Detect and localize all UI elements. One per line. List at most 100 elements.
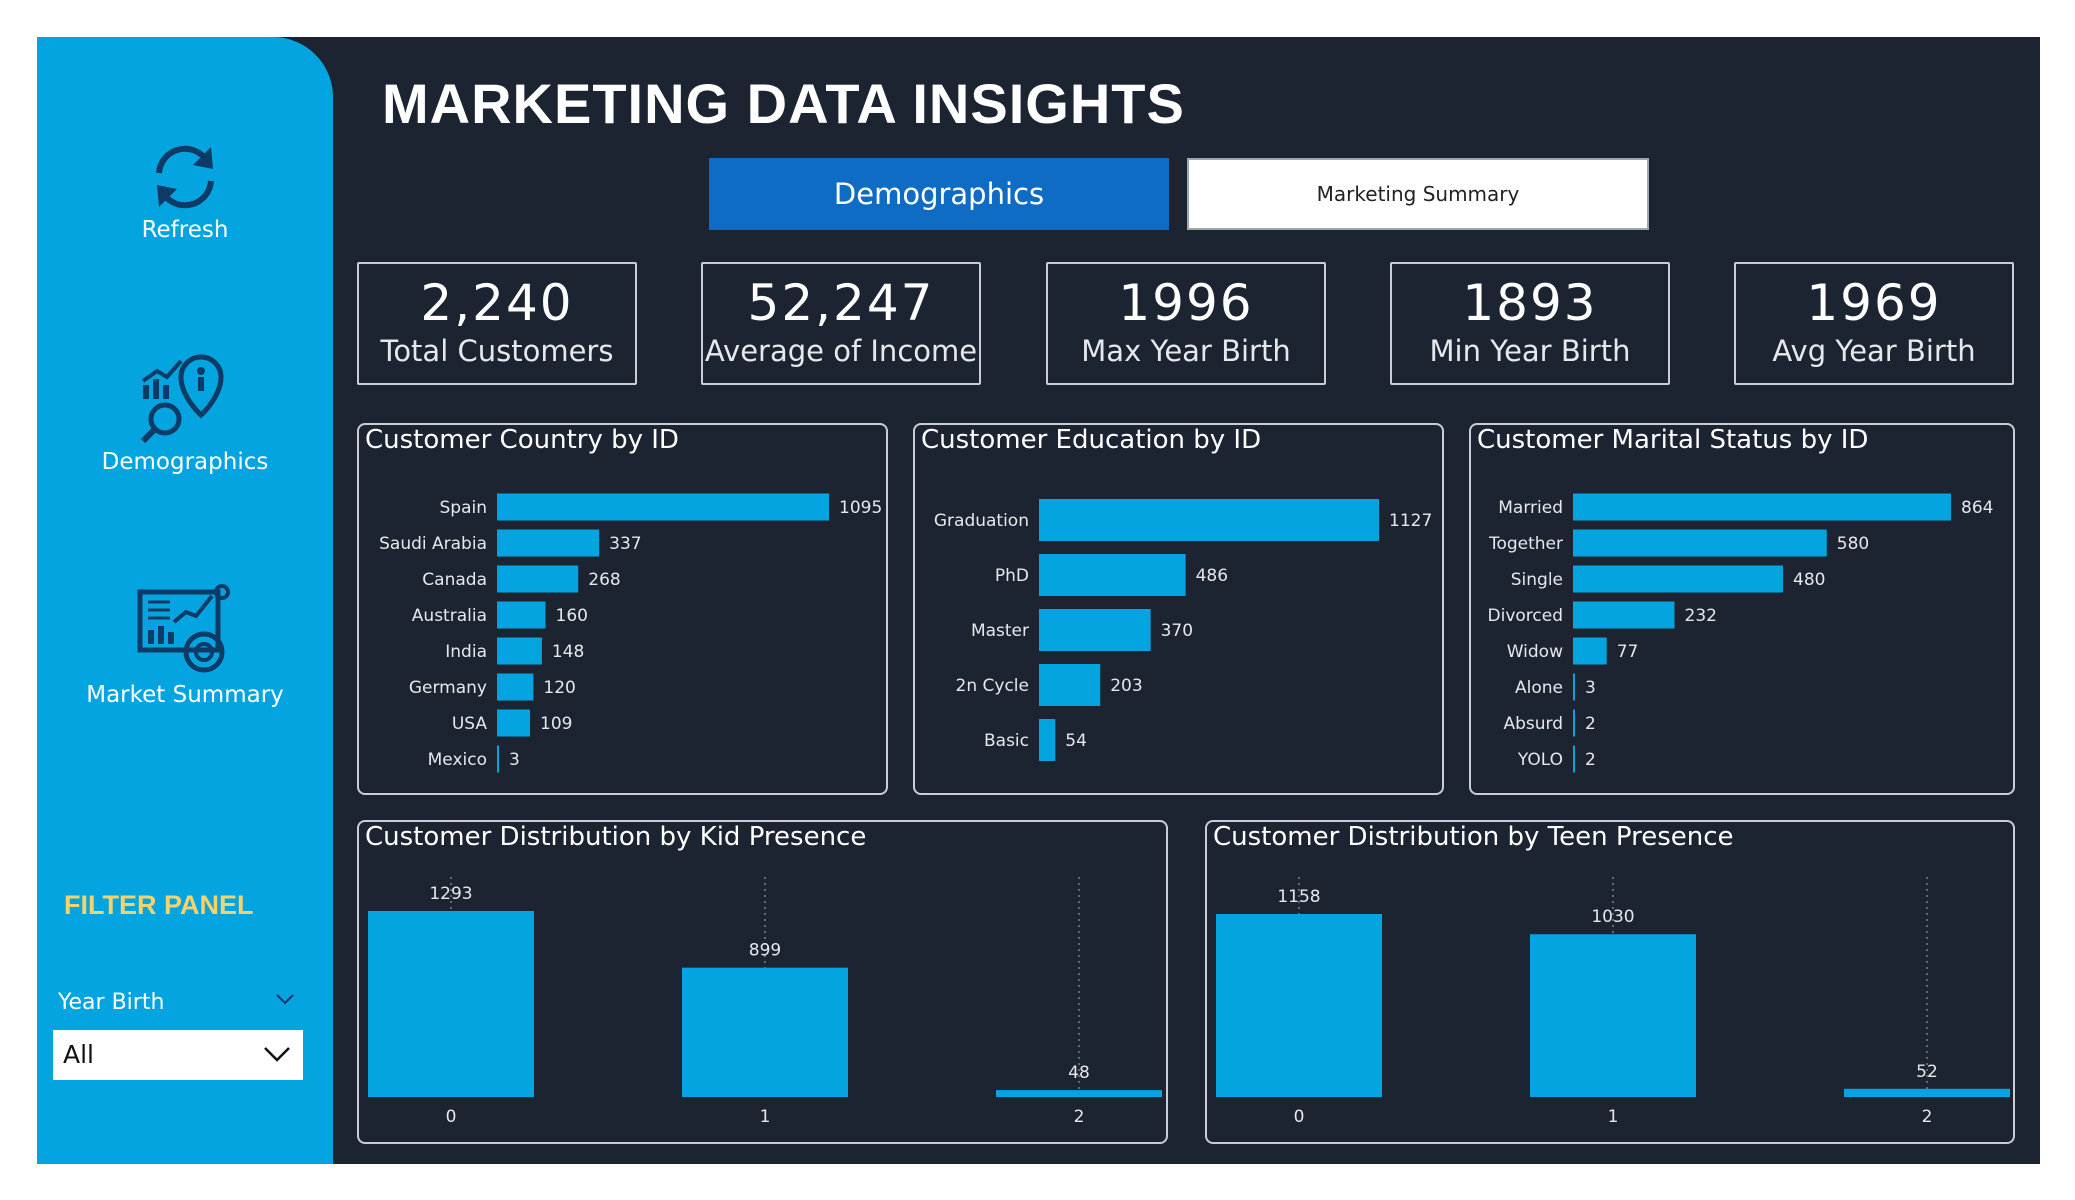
bar [368, 911, 534, 1097]
demographics-label: Demographics [101, 449, 269, 475]
data-label: 337 [609, 534, 641, 554]
category-label: 2n Cycle [956, 676, 1029, 696]
category-label: Master [971, 621, 1029, 641]
market-summary-icon [137, 584, 230, 673]
data-label: 1293 [429, 884, 472, 904]
dashboard-canvas: Refresh Demographics Market Summary FILT… [37, 37, 2040, 1164]
kpi-value: 1969 [1806, 274, 1942, 332]
year-birth-value: All [63, 1040, 94, 1069]
kpi-total-customers: 2,240 Total Customers [357, 262, 637, 385]
bar [497, 637, 542, 665]
tab-marketing-summary[interactable]: Marketing Summary [1187, 158, 1649, 230]
data-label: 480 [1793, 570, 1825, 590]
data-label: 160 [556, 606, 588, 626]
data-label: 899 [749, 941, 781, 961]
data-label: 486 [1196, 566, 1228, 586]
category-label: Basic [984, 731, 1029, 751]
category-label: Single [1511, 570, 1563, 590]
data-label: 580 [1837, 534, 1869, 554]
tab-demographics[interactable]: Demographics [709, 158, 1169, 230]
category-label: Canada [422, 570, 487, 590]
demographics-icon [140, 354, 224, 444]
category-label: Spain [440, 498, 488, 518]
kpi-max-year-birth: 1996 Max Year Birth [1046, 262, 1326, 385]
data-label: 864 [1961, 498, 1993, 518]
category-label: Mexico [428, 750, 487, 770]
year-birth-select[interactable]: All [53, 1030, 303, 1080]
category-label: 1 [1608, 1107, 1619, 1127]
category-label: Saudi Arabia [379, 534, 487, 554]
data-label: 3 [509, 750, 520, 770]
education-bar-chart: Graduation 1127 PhD 486 Master 370 2n Cycle 203… [934, 499, 1432, 761]
chevron-down-icon[interactable] [275, 992, 295, 1006]
kpi-label: Max Year Birth [1081, 334, 1291, 368]
kpi-value: 1996 [1118, 274, 1254, 332]
category-label: Widow [1507, 642, 1563, 662]
category-label: 1 [760, 1107, 771, 1127]
country-bar-chart: Spain 1095 Saudi Arabia 337 Canada 268 Austral… [379, 493, 882, 773]
bar [497, 673, 534, 701]
kpi-avg-year-birth: 1969 Avg Year Birth [1734, 262, 2014, 385]
bar [497, 745, 499, 773]
category-label: Germany [409, 678, 487, 698]
bar [1573, 565, 1783, 593]
bar [1573, 529, 1827, 557]
bar [1844, 1088, 2010, 1097]
refresh-icon [156, 145, 214, 209]
bar [1573, 673, 1575, 701]
kpi-label: Average of Income [704, 334, 978, 368]
bar [1573, 709, 1575, 737]
kpi-label: Total Customers [380, 334, 614, 368]
data-label: 1030 [1591, 907, 1634, 927]
sidebar: Refresh Demographics Market Summary FILT… [37, 37, 333, 1164]
data-label: 2 [1585, 750, 1596, 770]
category-label: 2 [1074, 1107, 1085, 1127]
kpi-value: 1893 [1462, 274, 1598, 332]
category-label: YOLO [1517, 750, 1563, 770]
category-label: Alone [1515, 678, 1563, 698]
marital-bar-chart: Married 864Together 580Single 480Divorced 23… [1488, 493, 1993, 773]
bar [1039, 499, 1379, 541]
bar [1039, 719, 1056, 761]
data-label: 3 [1585, 678, 1596, 698]
category-label: India [445, 642, 487, 662]
bar [1573, 601, 1675, 629]
market-summary-label: Market Summary [86, 682, 284, 708]
bar [497, 565, 579, 593]
teen-chart-panel: Customer Distribution by Teen Presence 1… [1205, 820, 2015, 1144]
data-label: 370 [1161, 621, 1193, 641]
category-label: PhD [995, 566, 1029, 586]
country-chart-panel: Customer Country by ID Spain 1095 Saudi Ar… [357, 423, 888, 795]
teen-column-chart: 1158 0 1030 1 52 2 [1216, 877, 2010, 1127]
category-label: Absurd [1503, 714, 1563, 734]
data-label: 120 [543, 678, 575, 698]
bar [1039, 664, 1101, 706]
data-label: 148 [552, 642, 584, 662]
kpi-label: Min Year Birth [1429, 334, 1631, 368]
filter-panel-title: FILTER PANEL [64, 890, 254, 920]
bar [1530, 934, 1696, 1097]
data-label: 203 [1110, 676, 1142, 696]
year-birth-label: Year Birth [58, 990, 165, 1015]
market-summary-nav-button[interactable]: Market Summary [37, 582, 333, 708]
data-label: 1095 [839, 498, 882, 518]
category-label: Married [1498, 498, 1563, 518]
bar [1573, 637, 1607, 665]
refresh-button[interactable]: Refresh [37, 137, 333, 243]
kpi-average-income: 52,247 Average of Income [701, 262, 981, 385]
data-label: 54 [1065, 731, 1087, 751]
bar [682, 967, 848, 1097]
kid-chart-panel: Customer Distribution by Kid Presence 12… [357, 820, 1168, 1144]
category-label: 0 [1294, 1107, 1305, 1127]
marital-chart-panel: Customer Marital Status by ID Married 864… [1469, 423, 2015, 795]
data-label: 268 [588, 570, 620, 590]
page-title: MARKETING DATA INSIGHTS [382, 72, 1185, 135]
category-label: Divorced [1488, 606, 1564, 626]
demographics-nav-button[interactable]: Demographics [37, 349, 333, 475]
select-chevron-icon [264, 1047, 290, 1062]
bar [497, 601, 546, 629]
bar [1573, 745, 1575, 773]
kpi-min-year-birth: 1893 Min Year Birth [1390, 262, 1670, 385]
bar [1039, 609, 1151, 651]
data-label: 1158 [1277, 887, 1320, 907]
